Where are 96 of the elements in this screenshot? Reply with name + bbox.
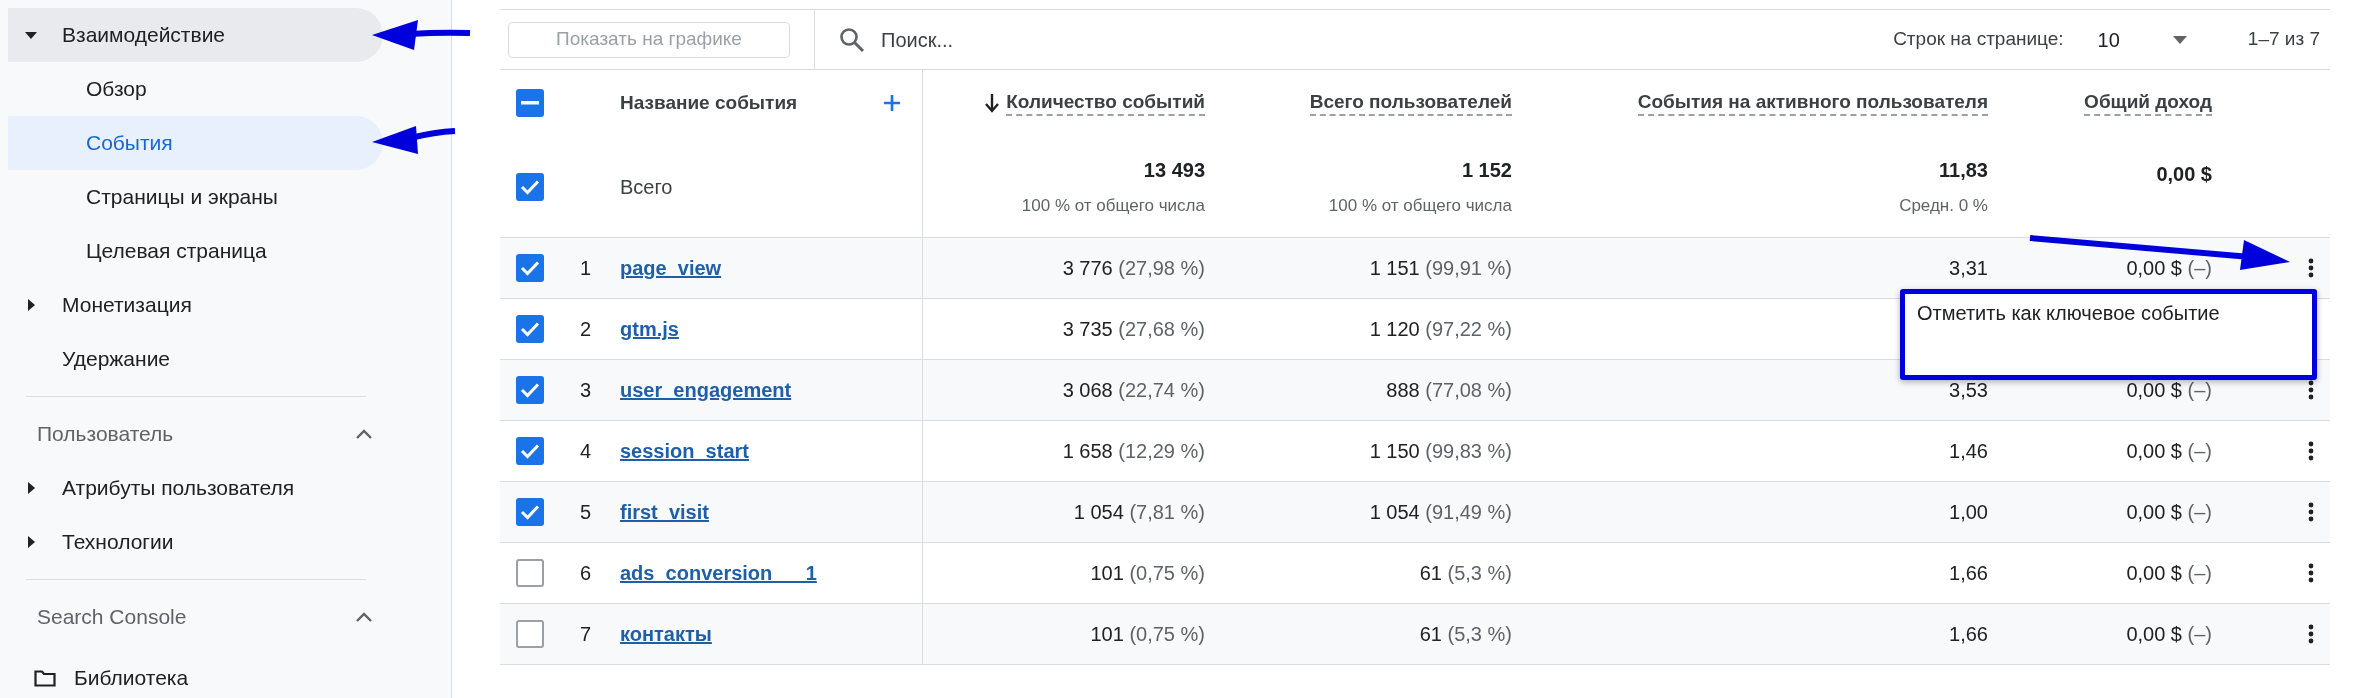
check-icon [520, 178, 540, 195]
table-cell-text: 0,00 $ (–) [2126, 500, 2212, 525]
table-cell-text: 3,31 [1949, 256, 1988, 281]
table-cell-text: 1 120 (97,22 %) [1369, 317, 1512, 342]
check-icon [520, 260, 540, 276]
nav-item[interactable]: Взаимодействие [8, 8, 383, 62]
rows-per-page-select[interactable]: 10 [2097, 24, 2188, 55]
row-number: 6 [580, 561, 592, 586]
table-cell-text: 1,66 [1949, 622, 1988, 647]
table-cell-text: 61 (5,3 %) [1419, 622, 1512, 647]
table-cell-text: 1 054 (91,49 %) [1369, 500, 1512, 525]
nav-item[interactable]: Монетизация [8, 278, 383, 332]
nav-item[interactable]: Библиотека [34, 662, 451, 694]
column-header[interactable]: Название события [620, 88, 798, 118]
total-value: 11,83 [1939, 157, 1988, 183]
table-cell-text: 61 (5,3 %) [1419, 561, 1512, 586]
checkbox[interactable] [516, 620, 544, 648]
table-cell-text: 1 658 (12,29 %) [1062, 439, 1205, 464]
nav-item[interactable]: События [8, 116, 383, 170]
more-icon [2308, 380, 2314, 400]
pagination-range: 1–7 из 7 [2247, 27, 2320, 52]
table-cell-text: 1 151 (99,91 %) [1369, 256, 1512, 281]
table-cell-text: 1 054 (7,81 %) [1073, 500, 1205, 525]
caret-down-icon [2171, 34, 2188, 45]
more-icon [2308, 624, 2314, 644]
minus-icon [521, 101, 539, 105]
rows-per-page-label: Строк на странице: [1893, 27, 2064, 52]
total-value: 1 152 [1461, 157, 1512, 183]
totals-label: Всего [620, 174, 673, 200]
total-value: 13 493 [1143, 157, 1205, 183]
check-icon [520, 504, 540, 520]
event-link[interactable]: session_start [620, 436, 749, 466]
checkbox[interactable] [516, 315, 544, 343]
table-cell-text: 101 (0,75 %) [1090, 622, 1205, 647]
more-icon [2308, 258, 2314, 278]
table-cell-text: 1 150 (99,83 %) [1369, 439, 1512, 464]
nav-item[interactable]: Обзор [8, 62, 383, 116]
row-number: 3 [580, 378, 592, 403]
nav-item[interactable]: Страницы и экраны [8, 170, 383, 224]
section-header[interactable]: Пользователь [8, 407, 383, 461]
nav-item[interactable]: Целевая страница [8, 224, 383, 278]
event-link[interactable]: контакты [620, 619, 712, 649]
search-icon [839, 26, 865, 53]
check-icon [520, 321, 540, 337]
check-icon [520, 443, 540, 459]
search-field[interactable]: Поиск... [879, 23, 1279, 56]
table-cell-text: 101 (0,75 %) [1090, 561, 1205, 586]
table-cell-text: 888 (77,08 %) [1386, 378, 1512, 403]
checkbox[interactable] [516, 559, 544, 587]
checkbox[interactable] [516, 376, 544, 404]
more-icon [2308, 502, 2314, 522]
table-cell-text: 3,53 [1949, 378, 1988, 403]
total-value: 0,00 $ [2156, 161, 2212, 187]
table-cell-text: 0,00 $ (–) [2126, 439, 2212, 464]
event-link[interactable]: ads_conversion___1 [620, 558, 817, 588]
menu-item[interactable]: Отметить как ключевое событие [1917, 298, 2247, 329]
column-header[interactable]: Всего пользователей [1309, 89, 1512, 117]
table-cell-text: 0,00 $ (–) [2126, 622, 2212, 647]
checkbox[interactable] [516, 254, 544, 282]
event-link[interactable]: gtm.js [620, 314, 679, 344]
checkbox[interactable] [516, 172, 544, 201]
column-header[interactable]: Количество событий [1006, 89, 1205, 117]
table-cell-text: 1,00 [1949, 500, 1988, 525]
checkbox[interactable] [516, 437, 544, 465]
checkbox[interactable] [516, 498, 544, 526]
table-cell-text: 3 068 (22,74 %) [1062, 378, 1205, 403]
row-number: 5 [580, 500, 592, 525]
nav-item[interactable]: Удержание [8, 332, 383, 386]
check-icon [520, 382, 540, 398]
table-cell-text: 3 735 (27,68 %) [1062, 317, 1205, 342]
table-cell-text: 1,66 [1949, 561, 1988, 586]
total-note: Средн. 0 % [1899, 194, 1988, 217]
folder-icon [34, 668, 56, 687]
table-cell-text: 0,00 $ (–) [2126, 378, 2212, 403]
more-icon [2308, 441, 2314, 461]
event-link[interactable]: first_visit [620, 497, 709, 527]
table-cell-text: 1,46 [1949, 439, 1988, 464]
checkbox[interactable] [516, 89, 544, 117]
add-icon [882, 93, 902, 113]
nav-item[interactable]: Атрибуты пользователя [8, 461, 383, 515]
row-number: 7 [580, 622, 592, 647]
nav-item[interactable]: Технологии [8, 515, 383, 569]
row-number: 4 [580, 439, 592, 464]
event-link[interactable]: user_engagement [620, 375, 792, 405]
table-cell-text: 0,00 $ (–) [2126, 256, 2212, 281]
table-cell-text: 0,00 $ (–) [2126, 561, 2212, 586]
event-link[interactable]: page_view [620, 253, 722, 283]
section-header[interactable]: Search Console [8, 590, 383, 644]
column-header[interactable]: События на активного пользователя [1637, 89, 1988, 117]
table-cell-text: 3 776 (27,98 %) [1062, 256, 1205, 281]
row-number: 1 [580, 256, 592, 281]
total-note: 100 % от общего числа [1021, 194, 1205, 217]
column-header[interactable]: Общий доход [2084, 89, 2212, 117]
row-number: 2 [580, 317, 592, 342]
more-icon [2308, 563, 2314, 583]
total-note: 100 % от общего числа [1328, 194, 1512, 217]
